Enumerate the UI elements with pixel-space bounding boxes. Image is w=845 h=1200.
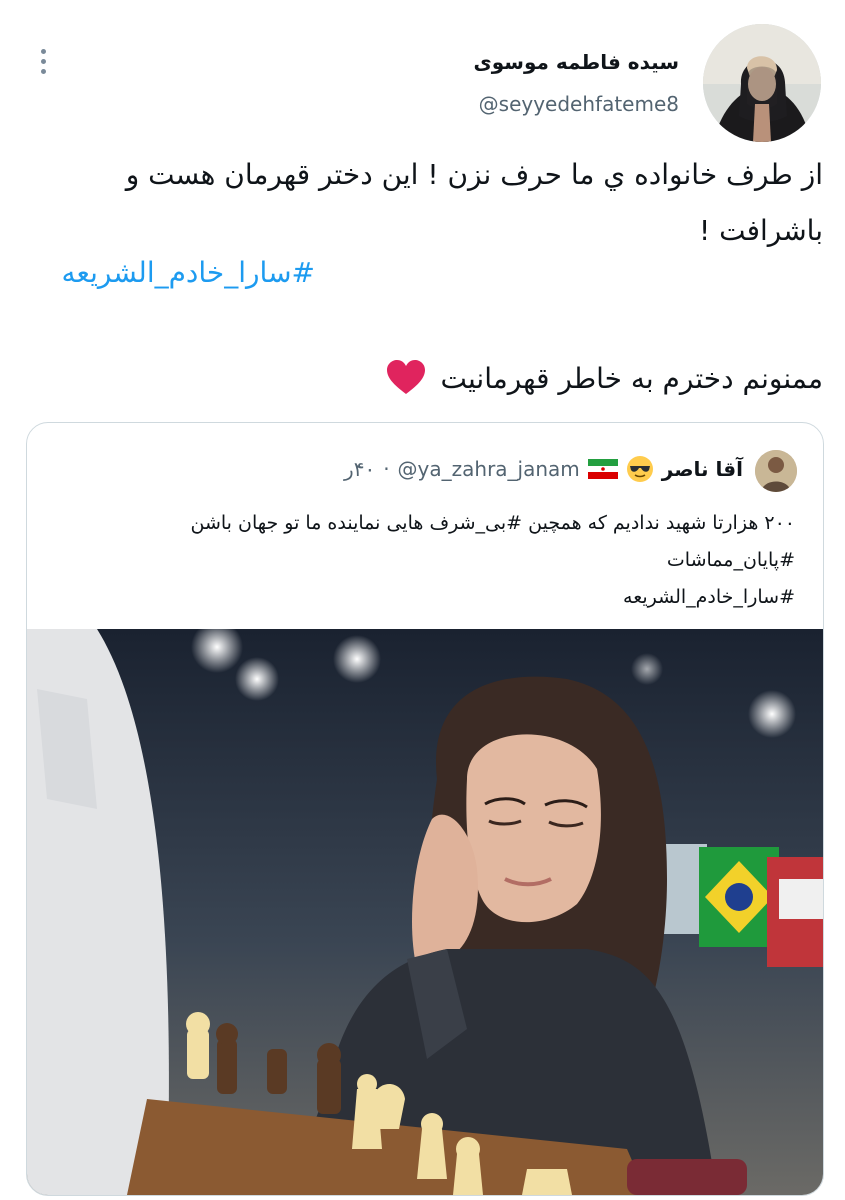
quoted-hashtag[interactable]: #سارا_خادم_الشریعه [55,579,795,616]
heart-icon [387,360,426,394]
hashtag-link[interactable]: #سارا_خادم_الشریعه [62,256,315,289]
author-avatar[interactable] [703,24,821,142]
quoted-author-avatar[interactable] [755,450,797,492]
quoted-header: آقا ناصر @ya_zahra_janam · ۴۰ر [344,455,743,483]
quoted-hashtag[interactable]: #پایان_مماشات [55,542,795,579]
author-name[interactable]: سیده فاطمه موسوی [473,50,679,74]
quoted-author-name[interactable]: آقا ناصر [662,457,743,481]
thanks-text: ممنونم دخترم به خاطر قهرمانیت [440,361,823,395]
quoted-author-handle[interactable]: @ya_zahra_janam [398,457,580,481]
more-options-button[interactable] [30,44,56,78]
meta-separator: · [383,457,390,481]
quoted-tweet-text: ۲۰۰ هزارتا شهید ندادیم که همچین #بی_شرف … [55,505,795,616]
iran-flag-icon [587,459,618,479]
tweet-thanks-line: ممنونم دخترم به خاطر قهرمانیت [386,360,823,396]
more-vertical-icon-dot [40,58,46,64]
quoted-avatar-image [755,450,797,492]
quoted-tweet-card[interactable]: آقا ناصر @ya_zahra_janam · ۴۰ر ۲۰۰ هزارت… [26,422,824,1196]
avatar-image [703,24,821,142]
tweet-text: از طرف خانواده ي ما حرف نزن ! این دختر ق… [125,158,823,247]
more-vertical-icon [40,48,46,54]
quoted-timestamp[interactable]: ۴۰ر [344,457,375,481]
author-handle[interactable]: @seyyedehfateme8 [479,92,679,116]
quoted-text-line: ۲۰۰ هزارتا شهید ندادیم که همچین #بی_شرف … [190,512,795,534]
sunglasses-emoji-icon [626,456,653,482]
more-vertical-icon-dot [40,68,46,74]
chess-player-photo[interactable] [27,629,823,1195]
